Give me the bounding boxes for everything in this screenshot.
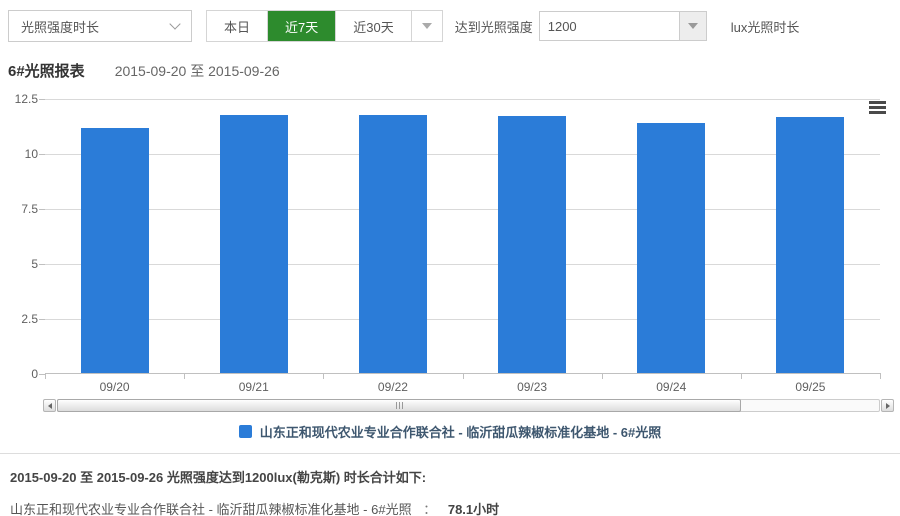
x-axis-tick (323, 373, 324, 379)
legend-label: 山东正和现代农业专业合作联合社 - 临沂甜瓜辣椒标准化基地 - 6#光照 (260, 422, 662, 441)
threshold-input[interactable] (540, 12, 679, 40)
y-axis-tick (39, 264, 45, 265)
unit-label: lux光照时长 (731, 17, 800, 36)
light-duration-chart: 0 2.5 5 7.5 10 12.5 09/2009/2109/2209/2309/240… (0, 91, 900, 396)
range-button-30days[interactable]: 近30天 (335, 11, 410, 41)
y-axis-label: 2.5 (0, 312, 38, 326)
bar-09/20[interactable] (81, 128, 149, 373)
plot-area (45, 99, 880, 374)
range-button-today[interactable]: 本日 (207, 11, 267, 41)
y-axis-label: 5 (0, 257, 38, 271)
x-axis-label: 09/24 (602, 380, 741, 394)
y-axis-label: 10 (0, 147, 38, 161)
toolbar: 光照强度时长 本日 近7天 近30天 达到光照强度 lux光照时长 (8, 10, 892, 42)
caret-down-icon (688, 23, 698, 29)
summary-series-label: 山东正和现代农业专业合作联合社 - 临沂甜瓜辣椒标准化基地 - 6#光照 (10, 502, 412, 516)
summary-total: 78.1小时 (448, 502, 499, 516)
threshold-combobox (539, 11, 707, 41)
metric-select-value: 光照强度时长 (21, 17, 99, 36)
x-axis-label: 09/22 (323, 380, 462, 394)
chart-scrollbar (0, 398, 900, 414)
combo-trigger-button[interactable] (679, 12, 706, 40)
x-axis-tick (602, 373, 603, 379)
gridline (45, 264, 880, 265)
bar-09/24[interactable] (637, 123, 705, 373)
x-axis-tick (184, 373, 185, 379)
summary-row: 山东正和现代农业专业合作联合社 - 临沂甜瓜辣椒标准化基地 - 6#光照 ： 7… (10, 499, 890, 516)
summary-panel: 2015-09-20 至 2015-09-26 光照强度达到1200lux(勒克… (0, 453, 900, 516)
summary-heading: 2015-09-20 至 2015-09-26 光照强度达到1200lux(勒克… (10, 467, 890, 486)
gridline (45, 99, 880, 100)
x-axis-label: 09/21 (184, 380, 323, 394)
arrow-left-icon (48, 403, 52, 409)
gridline (45, 209, 880, 210)
x-axis-label: 09/25 (741, 380, 880, 394)
range-dropdown-button[interactable] (411, 11, 442, 41)
caret-down-icon (422, 23, 432, 29)
bar-09/23[interactable] (498, 116, 566, 373)
range-button-7days[interactable]: 近7天 (267, 11, 335, 41)
y-axis-label: 7.5 (0, 202, 38, 216)
bar-09/25[interactable] (776, 117, 844, 373)
y-axis-tick (39, 319, 45, 320)
scrollbar-thumb[interactable] (57, 399, 741, 412)
arrow-right-icon (886, 403, 890, 409)
grip-icon (396, 402, 403, 409)
scroll-right-button[interactable] (881, 399, 894, 412)
y-axis-tick (39, 99, 45, 100)
metric-select[interactable]: 光照强度时长 (8, 10, 192, 42)
chart-menu-button[interactable] (867, 99, 888, 116)
x-axis-label: 09/23 (463, 380, 602, 394)
hamburger-icon (869, 101, 886, 104)
page-title: 6#光照报表 (8, 60, 85, 81)
chevron-down-icon (169, 18, 180, 29)
y-axis-tick (39, 154, 45, 155)
bar-09/22[interactable] (359, 115, 427, 374)
x-axis-tick (463, 373, 464, 379)
gridline (45, 154, 880, 155)
y-axis-label: 0 (0, 367, 38, 381)
x-axis-tick (741, 373, 742, 379)
scroll-left-button[interactable] (43, 399, 56, 412)
bar-09/21[interactable] (220, 115, 288, 374)
chart-legend[interactable]: 山东正和现代农业专业合作联合社 - 临沂甜瓜辣椒标准化基地 - 6#光照 (0, 422, 900, 441)
y-axis-label: 12.5 (0, 92, 38, 106)
threshold-label: 达到光照强度 (455, 17, 533, 36)
date-range: 2015-09-20 至 2015-09-26 (115, 61, 280, 81)
gridline (45, 319, 880, 320)
x-axis-label: 09/20 (45, 380, 184, 394)
report-header: 6#光照报表 2015-09-20 至 2015-09-26 (8, 60, 892, 81)
x-axis-tick (880, 373, 881, 379)
legend-marker (239, 425, 252, 438)
x-axis-tick (45, 373, 46, 379)
range-button-group: 本日 近7天 近30天 (206, 10, 443, 42)
summary-separator: ： (423, 502, 436, 516)
y-axis-tick (39, 209, 45, 210)
